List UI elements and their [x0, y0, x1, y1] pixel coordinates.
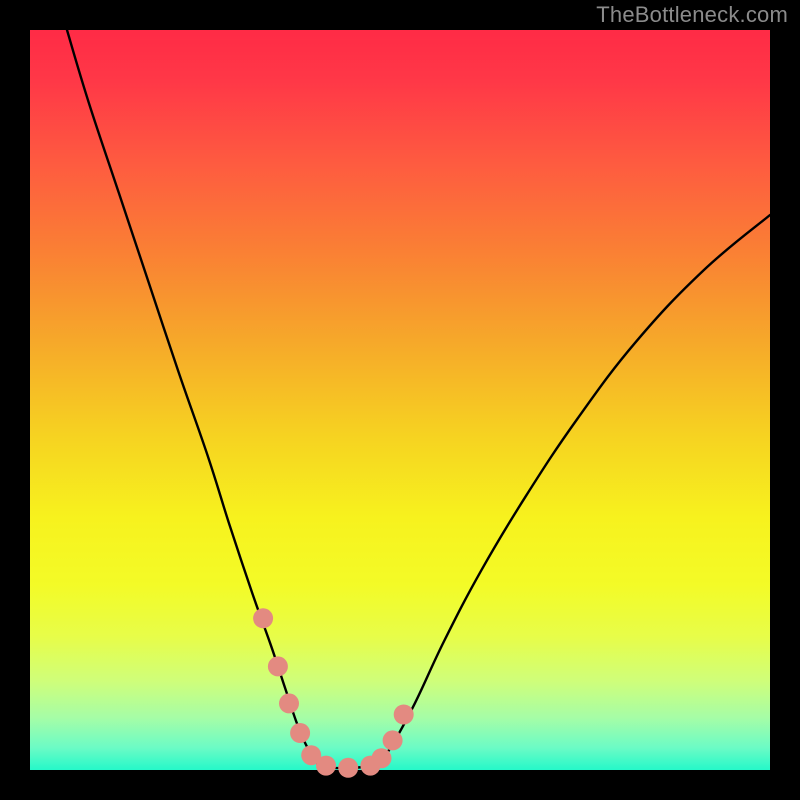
marker-point [394, 705, 414, 725]
chart-stage: TheBottleneck.com [0, 0, 800, 800]
marker-point [338, 758, 358, 778]
marker-point [372, 748, 392, 768]
marker-point [268, 656, 288, 676]
marker-point [290, 723, 310, 743]
bottleneck-chart [0, 0, 800, 800]
marker-point [316, 756, 336, 776]
marker-point [279, 693, 299, 713]
marker-point [253, 608, 273, 628]
marker-point [383, 730, 403, 750]
plot-background [30, 30, 770, 770]
